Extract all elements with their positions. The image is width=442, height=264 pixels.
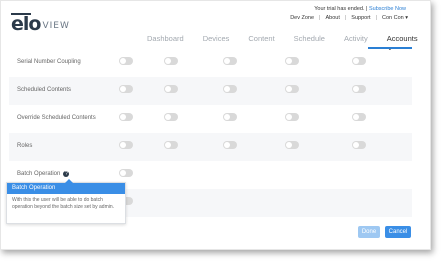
app-window: elo VIEW Your trial has ended. | Subscrib… (0, 0, 431, 250)
header-links: Dev Zone | About | Support | Con Con ▾ (290, 15, 408, 21)
logo-view: VIEW (42, 21, 70, 31)
permission-toggle[interactable] (285, 57, 299, 65)
trial-text: Your trial has ended. (314, 6, 365, 12)
tooltip-text: With this the user will be able to do ba… (12, 197, 115, 210)
row-label: Serial Number Coupling (17, 59, 81, 65)
permission-toggle[interactable] (119, 169, 133, 177)
logo-bar (11, 13, 31, 15)
trial-status: Your trial has ended. | Subscribe Now (314, 6, 406, 12)
permission-toggle[interactable] (352, 85, 366, 93)
help-tooltip: Batch Operation With this the user will … (6, 179, 126, 224)
permission-row: Scheduled Contents (9, 77, 412, 105)
row-label-text: Batch Operation (17, 171, 61, 177)
permission-toggle[interactable] (223, 113, 237, 121)
permission-toggle[interactable] (164, 113, 178, 121)
link-separator: | (375, 15, 377, 21)
permission-toggle[interactable] (223, 57, 237, 65)
tooltip-arrow (65, 179, 73, 183)
row-label: Scheduled Contents (17, 87, 72, 93)
permission-toggle[interactable] (223, 85, 237, 93)
permission-toggle[interactable] (352, 141, 366, 149)
permission-toggle[interactable] (285, 113, 299, 121)
done-button[interactable]: Done (358, 226, 380, 238)
permission-toggle[interactable] (119, 57, 133, 65)
help-icon[interactable]: ? (63, 171, 70, 177)
permission-row: Serial Number Coupling (9, 49, 412, 77)
permission-toggle[interactable] (119, 141, 133, 149)
permission-toggle[interactable] (164, 57, 178, 65)
permission-toggle[interactable] (164, 85, 178, 93)
permission-toggle[interactable] (285, 141, 299, 149)
permission-toggle[interactable] (119, 113, 133, 121)
permission-toggle[interactable] (223, 141, 237, 149)
permission-row: Override Scheduled Contents (9, 105, 412, 133)
permission-toggle[interactable] (285, 85, 299, 93)
row-label: Batch Operation? (17, 171, 70, 177)
elo-view-logo[interactable]: elo VIEW (11, 13, 70, 35)
link-separator: | (319, 15, 321, 21)
permission-row: Roles (9, 133, 412, 161)
link-separator: | (344, 15, 347, 21)
permission-toggle[interactable] (352, 113, 366, 121)
trial-separator: | (366, 6, 368, 12)
about-link[interactable]: About (325, 15, 339, 21)
permission-toggle[interactable] (352, 57, 366, 65)
cancel-button[interactable]: Cancel (385, 226, 411, 238)
permission-toggle[interactable] (119, 85, 133, 93)
logo-elo: elo (11, 13, 41, 35)
dev-zone-link[interactable]: Dev Zone (290, 15, 314, 21)
user-menu[interactable]: Con Con ▾ (382, 15, 408, 21)
row-label: Override Scheduled Contents (17, 115, 96, 121)
permission-toggle[interactable] (164, 141, 178, 149)
row-label: Roles (17, 143, 33, 149)
support-link[interactable]: Support (351, 15, 370, 21)
subscribe-link[interactable]: Subscribe Now (369, 6, 406, 12)
tooltip-title: Batch Operation (7, 183, 125, 194)
